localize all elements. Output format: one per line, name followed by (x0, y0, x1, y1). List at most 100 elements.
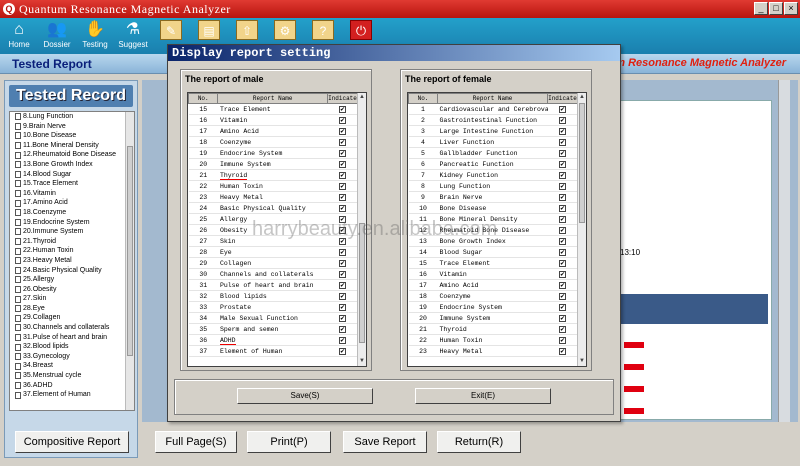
list-item[interactable]: 23.Heavy Metal (10, 256, 134, 266)
indicate-checkbox[interactable]: ✔ (338, 270, 346, 278)
indicate-checkbox[interactable]: ✔ (559, 149, 566, 157)
indicate-checkbox[interactable]: ✔ (338, 149, 346, 157)
scroll-down-arrow-icon[interactable]: ▼ (358, 357, 366, 366)
indicate-checkbox[interactable]: ✔ (338, 347, 346, 355)
close-button[interactable]: × (784, 2, 798, 15)
indicate-checkbox[interactable]: ✔ (338, 292, 346, 300)
indicate-checkbox[interactable]: ✔ (338, 325, 346, 333)
indicate-checkbox[interactable]: ✔ (338, 193, 346, 201)
return-button[interactable]: Return(R) (437, 431, 521, 453)
minimize-button[interactable]: _ (754, 2, 768, 15)
list-item[interactable]: 16.Vitamin (10, 189, 134, 199)
list-item[interactable]: 19.Endocrine System (10, 218, 134, 228)
indicate-checkbox[interactable]: ✔ (338, 204, 346, 212)
list-item[interactable]: 22.Human Toxin (10, 246, 134, 256)
list-item[interactable]: 37.Element of Human (10, 390, 134, 400)
list-item[interactable]: 31.Pulse of heart and brain (10, 333, 134, 343)
list-item[interactable]: 21.Thyroid (10, 237, 134, 247)
indicate-checkbox[interactable]: ✔ (559, 325, 566, 333)
female-grid-scroll-thumb[interactable] (579, 103, 585, 223)
indicate-checkbox[interactable]: ✔ (338, 259, 346, 267)
indicate-checkbox[interactable]: ✔ (559, 127, 566, 135)
record-list-scroll-thumb[interactable] (127, 146, 133, 356)
full-page-button[interactable]: Full Page(S) (155, 431, 237, 453)
male-grid-scroll-thumb[interactable] (359, 223, 365, 343)
indicate-checkbox[interactable]: ✔ (559, 281, 566, 289)
list-item[interactable]: 34.Breast (10, 361, 134, 371)
list-item[interactable]: 11.Bone Mineral Density (10, 141, 134, 151)
toolbar-dossier-button[interactable]: 👥 Dossier (38, 18, 76, 54)
list-item[interactable]: 26.Obesity (10, 285, 134, 295)
list-item[interactable]: 8.Lung Function (10, 112, 134, 122)
scroll-up-arrow-icon[interactable]: ▲ (358, 93, 366, 102)
maximize-button[interactable]: □ (769, 2, 783, 15)
indicate-checkbox[interactable]: ✔ (338, 336, 346, 344)
indicate-checkbox[interactable]: ✔ (338, 248, 346, 256)
indicate-checkbox[interactable]: ✔ (559, 259, 566, 267)
indicate-checkbox[interactable]: ✔ (338, 105, 346, 113)
scroll-up-arrow-icon[interactable]: ▲ (578, 93, 586, 102)
indicate-checkbox[interactable]: ✔ (559, 204, 566, 212)
list-item[interactable]: 15.Trace Element (10, 179, 134, 189)
indicate-checkbox[interactable]: ✔ (559, 248, 566, 256)
list-item[interactable]: 30.Channels and collaterals (10, 323, 134, 333)
indicate-checkbox[interactable]: ✔ (559, 105, 566, 113)
indicate-checkbox[interactable]: ✔ (338, 182, 346, 190)
indicate-checkbox[interactable]: ✔ (559, 336, 566, 344)
female-report-grid[interactable]: No. Report Name Indicate 1 Cardiovascular an… (407, 92, 587, 367)
list-item[interactable]: 18.Coenzyme (10, 208, 134, 218)
list-item[interactable]: 10.Bone Disease (10, 131, 134, 141)
male-report-grid[interactable]: No. Report Name Indicate 15 Trace Element ✔ 16… (187, 92, 367, 367)
indicate-checkbox[interactable]: ✔ (338, 138, 346, 146)
indicate-checkbox[interactable]: ✔ (338, 237, 346, 245)
indicate-checkbox[interactable]: ✔ (338, 171, 346, 179)
indicate-checkbox[interactable]: ✔ (559, 314, 566, 322)
indicate-checkbox[interactable]: ✔ (338, 303, 346, 311)
record-list-scrollbar[interactable] (125, 112, 134, 410)
list-item[interactable]: 12.Rheumatoid Bone Disease (10, 150, 134, 160)
indicate-checkbox[interactable]: ✔ (559, 237, 566, 245)
indicate-checkbox[interactable]: ✔ (559, 171, 566, 179)
toolbar-home-button[interactable]: ⌂ Home (0, 18, 38, 54)
indicate-checkbox[interactable]: ✔ (338, 226, 346, 234)
indicate-checkbox[interactable]: ✔ (338, 160, 346, 168)
indicate-checkbox[interactable]: ✔ (559, 292, 566, 300)
list-item[interactable]: 27.Skin (10, 294, 134, 304)
indicate-checkbox[interactable]: ✔ (559, 160, 566, 168)
list-item[interactable]: 33.Gynecology (10, 352, 134, 362)
indicate-checkbox[interactable]: ✔ (338, 314, 346, 322)
female-grid-scrollbar[interactable]: ▲ ▼ (577, 93, 586, 366)
list-item[interactable]: 9.Brain Nerve (10, 122, 134, 132)
indicate-checkbox[interactable]: ✔ (559, 182, 566, 190)
indicate-checkbox[interactable]: ✔ (559, 347, 566, 355)
indicate-checkbox[interactable]: ✔ (559, 215, 566, 223)
list-item[interactable]: 35.Menstrual cycle (10, 371, 134, 381)
list-item[interactable]: 20.Immune System (10, 227, 134, 237)
list-item[interactable]: 25.Allergy (10, 275, 134, 285)
indicate-checkbox[interactable]: ✔ (338, 116, 346, 124)
indicate-checkbox[interactable]: ✔ (559, 193, 566, 201)
indicate-checkbox[interactable]: ✔ (559, 138, 566, 146)
list-item[interactable]: 28.Eye (10, 304, 134, 314)
list-item[interactable]: 29.Collagen (10, 313, 134, 323)
print-button[interactable]: Print(P) (247, 431, 331, 453)
toolbar-hand-button[interactable]: ✋ Testing (76, 18, 114, 54)
scroll-down-arrow-icon[interactable]: ▼ (578, 357, 586, 366)
indicate-checkbox[interactable]: ✔ (559, 116, 566, 124)
toolbar-suggest-button[interactable]: ⚗ Suggest (114, 18, 152, 54)
list-item[interactable]: 13.Bone Growth Index (10, 160, 134, 170)
indicate-checkbox[interactable]: ✔ (338, 281, 346, 289)
list-item[interactable]: 17.Amino Acid (10, 198, 134, 208)
indicate-checkbox[interactable]: ✔ (559, 226, 566, 234)
save-report-button[interactable]: Save Report (343, 431, 427, 453)
indicate-checkbox[interactable]: ✔ (338, 127, 346, 135)
compositive-report-button[interactable]: Compositive Report (15, 431, 129, 453)
list-item[interactable]: 32.Blood lipids (10, 342, 134, 352)
save-button[interactable]: Save(S) (237, 388, 373, 404)
report-scrollbar[interactable] (778, 80, 790, 422)
indicate-checkbox[interactable]: ✔ (559, 270, 566, 278)
indicate-checkbox[interactable]: ✔ (338, 215, 346, 223)
exit-button[interactable]: Exit(E) (415, 388, 551, 404)
list-item[interactable]: 36.ADHD (10, 381, 134, 391)
male-grid-scrollbar[interactable]: ▲ ▼ (357, 93, 366, 366)
